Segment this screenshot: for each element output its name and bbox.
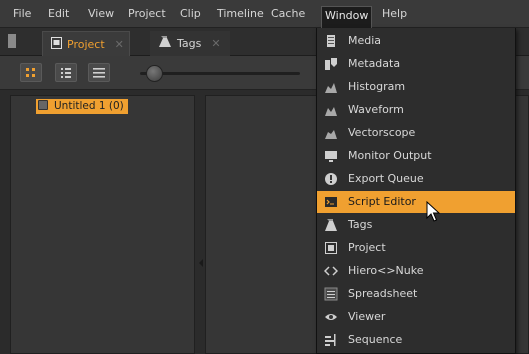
tags-tab-icon	[158, 32, 172, 57]
export-icon	[325, 173, 337, 185]
menu-help[interactable]: Help	[382, 0, 407, 28]
menu-item-viewer[interactable]: Viewer	[317, 306, 515, 328]
menu-item-label: Viewer	[348, 310, 386, 323]
menu-timeline[interactable]: Timeline	[217, 0, 264, 28]
menu-item-sequence[interactable]: Sequence	[317, 329, 515, 351]
histogram-icon	[325, 83, 337, 93]
menu-item-label: Hiero<>Nuke	[348, 264, 424, 277]
grid-view-icon	[26, 68, 35, 77]
close-icon[interactable]: ✕	[211, 37, 220, 50]
menu-item-export-queue[interactable]: Export Queue	[317, 168, 515, 190]
bin-panel[interactable]	[10, 95, 195, 354]
project-icon	[325, 242, 337, 254]
waveform-icon	[325, 107, 337, 116]
menu-item-label: Waveform	[348, 103, 404, 116]
menu-item-waveform[interactable]: Waveform	[317, 99, 515, 121]
tab-tags[interactable]: Tags ✕	[150, 31, 230, 56]
menu-item-label: Tags	[348, 218, 373, 231]
menu-item-label: Histogram	[348, 80, 406, 93]
thumbnail-size-slider[interactable]	[140, 72, 300, 75]
tags-icon	[325, 219, 337, 231]
collapse-arrow-icon[interactable]	[197, 258, 205, 268]
metadata-icon	[325, 58, 337, 70]
media-icon	[327, 35, 335, 47]
list-view-icon	[93, 68, 105, 78]
details-view-icon	[61, 68, 71, 78]
spreadsheet-icon	[324, 287, 338, 301]
slider-handle[interactable]	[146, 65, 163, 82]
menu-item-project[interactable]: Project	[317, 237, 515, 259]
menu-item-media[interactable]: Media	[317, 30, 515, 52]
menu-edit[interactable]: Edit	[48, 0, 69, 28]
window-menu-dropdown: Media Metadata Histogram Waveform Vector…	[316, 28, 516, 354]
bin-item-label: Untitled 1 (0)	[54, 100, 124, 112]
menu-item-label: Media	[348, 34, 382, 47]
mouse-cursor-icon	[426, 201, 440, 222]
vectorscope-icon	[325, 130, 337, 139]
menu-file[interactable]: File	[13, 0, 31, 28]
list-view-button[interactable]	[88, 63, 110, 82]
panel-splitter[interactable]	[197, 95, 205, 354]
tab-project-label: Project	[67, 38, 105, 51]
bin-icon	[38, 100, 48, 110]
menu-item-label: Vectorscope	[348, 126, 416, 139]
menu-item-label: Monitor Output	[348, 149, 432, 162]
menu-item-label: Sequence	[348, 333, 403, 346]
project-tab-icon	[51, 33, 62, 58]
tab-tags-label: Tags	[177, 37, 202, 50]
menu-item-script-editor[interactable]: Script Editor	[317, 191, 515, 213]
menu-cache[interactable]: Cache	[271, 0, 305, 28]
menu-item-label: Script Editor	[348, 195, 416, 208]
menu-item-metadata[interactable]: Metadata	[317, 53, 515, 75]
grid-view-button[interactable]	[20, 63, 42, 82]
viewer-icon	[325, 314, 337, 320]
menu-item-label: Export Queue	[348, 172, 424, 185]
menu-project[interactable]: Project	[128, 0, 166, 28]
menu-item-vectorscope[interactable]: Vectorscope	[317, 122, 515, 144]
menu-item-label: Project	[348, 241, 386, 254]
menu-clip[interactable]: Clip	[180, 0, 201, 28]
sequence-icon	[325, 334, 336, 346]
menu-item-label: Spreadsheet	[348, 287, 418, 300]
bin-item-untitled[interactable]: Untitled 1 (0)	[36, 99, 128, 114]
panel-grip-icon[interactable]	[8, 34, 16, 48]
menu-item-monitor-output[interactable]: Monitor Output	[317, 145, 515, 167]
tab-project[interactable]: Project ✕	[42, 31, 130, 56]
monitor-icon	[325, 151, 337, 162]
hiero-nuke-icon	[324, 266, 338, 276]
details-view-button[interactable]	[55, 63, 77, 82]
close-icon[interactable]: ✕	[115, 38, 124, 51]
script-icon	[325, 197, 337, 207]
menu-window[interactable]: Window	[321, 6, 373, 30]
menu-item-label: Metadata	[348, 57, 401, 70]
menu-item-spreadsheet[interactable]: Spreadsheet	[317, 283, 515, 305]
menu-item-hiero-nuke[interactable]: Hiero<>Nuke	[317, 260, 515, 282]
menu-item-histogram[interactable]: Histogram	[317, 76, 515, 98]
menu-view[interactable]: View	[88, 0, 114, 28]
menu-item-tags[interactable]: Tags	[317, 214, 515, 236]
menu-bar: File Edit View Project Clip Timeline Cac…	[0, 0, 529, 30]
